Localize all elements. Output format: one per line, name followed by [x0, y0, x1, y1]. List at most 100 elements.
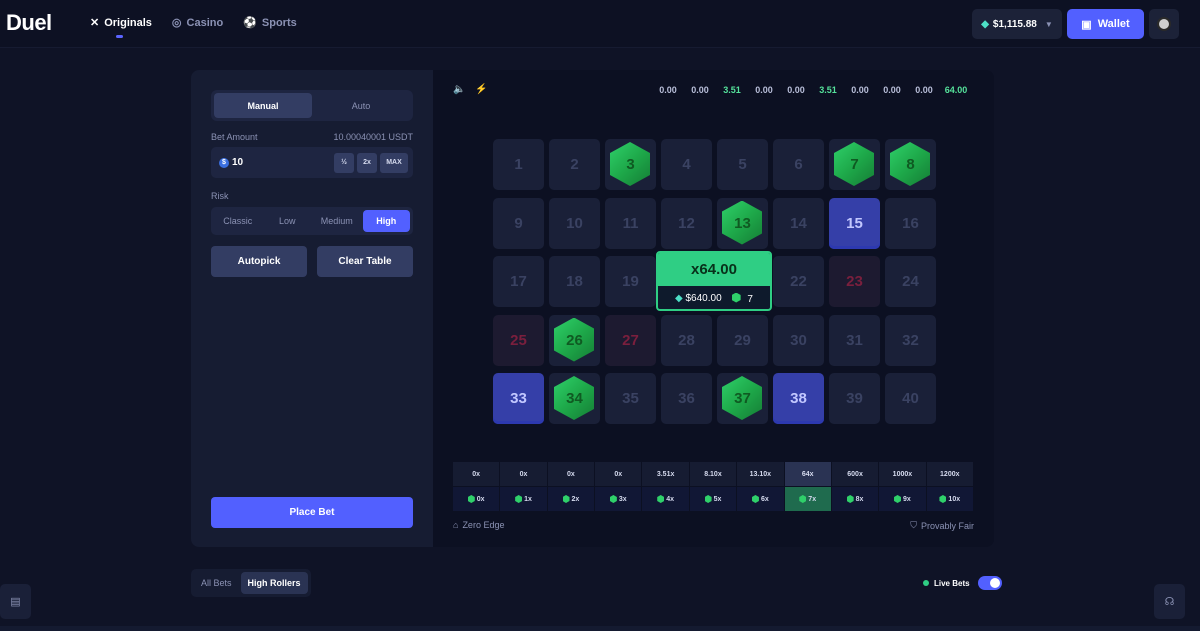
- tile-17[interactable]: 17: [493, 256, 544, 307]
- bet-amount-converted: 10.00040001 USDT: [333, 132, 413, 142]
- max-button[interactable]: MAX: [380, 152, 408, 173]
- tile-15[interactable]: 15: [829, 197, 880, 249]
- avatar[interactable]: [1149, 9, 1179, 39]
- tile-22[interactable]: 22: [773, 256, 824, 307]
- bet-amount-value[interactable]: 10: [232, 157, 331, 168]
- risk-classic[interactable]: Classic: [214, 210, 262, 232]
- tab-manual[interactable]: Manual: [214, 93, 312, 118]
- history-value: 3.51: [819, 85, 837, 95]
- tile-9[interactable]: 9: [493, 197, 544, 249]
- support-button[interactable]: ☊: [1154, 584, 1185, 619]
- volume-icon[interactable]: 🔈: [453, 84, 465, 95]
- clear-table-button[interactable]: Clear Table: [317, 246, 413, 277]
- history-value: 0.00: [787, 85, 805, 95]
- paytable-hit-count: 1x: [500, 487, 547, 511]
- shield-icon: ⛉: [910, 520, 917, 530]
- tile-28[interactable]: 28: [661, 314, 712, 366]
- paytable: 0x 0x 0x 0x 3.51x 8.10x 13.10x 64x 600x 1000x 1200…: [453, 462, 973, 512]
- tile-number: 19: [622, 273, 639, 290]
- tab-all-bets[interactable]: All Bets: [194, 572, 239, 594]
- place-bet-button[interactable]: Place Bet: [211, 497, 413, 528]
- nav-sports[interactable]: ⚽ Sports: [243, 16, 297, 30]
- tile-23[interactable]: 23: [829, 256, 880, 307]
- tile-4[interactable]: 4: [661, 139, 712, 190]
- tile-12[interactable]: 12: [661, 197, 712, 249]
- tile-40[interactable]: 40: [885, 373, 936, 424]
- game-panel: 🔈 ⚡ 0.00 0.00 3.51 0.00 0.00 3.51 0.00 0.00 0.00…: [433, 70, 994, 547]
- risk-low[interactable]: Low: [264, 210, 312, 232]
- tile-39[interactable]: 39: [829, 373, 880, 424]
- tile-30[interactable]: 30: [773, 314, 824, 366]
- tile-1[interactable]: 1: [493, 139, 544, 190]
- hit-count-label: 5x: [713, 495, 722, 503]
- win-popup: x64.00 ◆ $640.00 7: [656, 251, 772, 311]
- paytable-hit-count: 10x: [926, 487, 973, 511]
- wallet-button[interactable]: ▣ Wallet: [1067, 9, 1144, 39]
- gem-icon: [846, 495, 854, 503]
- tile-29[interactable]: 29: [717, 314, 768, 366]
- nav-casino[interactable]: ◎ Casino: [172, 16, 223, 30]
- paytable-multiplier: 13.10x: [737, 462, 784, 486]
- tile-25[interactable]: 25: [493, 314, 544, 366]
- tile-5[interactable]: 5: [717, 139, 768, 190]
- chat-button[interactable]: ▤: [0, 584, 31, 619]
- nav-originals[interactable]: ✕ Originals: [90, 16, 152, 38]
- tile-6[interactable]: 6: [773, 139, 824, 190]
- avatar-image: [1157, 17, 1171, 31]
- hit-count-label: 1x: [524, 495, 532, 503]
- tile-10[interactable]: 10: [549, 197, 600, 249]
- tab-auto[interactable]: Auto: [312, 93, 410, 118]
- tile-number: 5: [738, 156, 747, 173]
- tile-38[interactable]: 38: [773, 373, 824, 424]
- result-history: 0.00 0.00 3.51 0.00 0.00 3.51 0.00 0.00 0.00 64.0…: [652, 85, 972, 95]
- tile-number: 38: [790, 390, 807, 407]
- tile-26[interactable]: 26: [549, 314, 600, 366]
- tile-number: 40: [902, 390, 919, 407]
- tile-31[interactable]: 31: [829, 314, 880, 366]
- tile-13[interactable]: 13: [717, 197, 768, 249]
- tile-8[interactable]: 8: [885, 139, 936, 190]
- chevron-down-icon: ▼: [1044, 19, 1053, 29]
- tile-24[interactable]: 24: [885, 256, 936, 307]
- brand-logo[interactable]: Duel: [6, 10, 52, 36]
- risk-high[interactable]: High: [362, 210, 410, 232]
- tile-19[interactable]: 19: [605, 256, 656, 307]
- tile-7[interactable]: 7: [829, 139, 880, 190]
- paytable-hits: 0x 1x 2x 3x 4x 5x 6x 7x 8x 9x 10x: [453, 487, 973, 511]
- tile-number: 1: [514, 156, 523, 173]
- live-bets-toggle[interactable]: [977, 576, 1002, 590]
- bet-amount-field[interactable]: $ 10 ½ 2x MAX: [211, 147, 413, 178]
- lightning-icon[interactable]: ⚡: [475, 84, 487, 95]
- tile-32[interactable]: 32: [885, 314, 936, 366]
- balance-dropdown[interactable]: ◆ $1,115.88 ▼: [972, 9, 1062, 39]
- tile-16[interactable]: 16: [885, 197, 936, 249]
- zero-edge-link[interactable]: ⌂ Zero Edge: [453, 520, 504, 530]
- autopick-button[interactable]: Autopick: [211, 246, 307, 277]
- tile-number: 17: [510, 273, 527, 290]
- paytable-multiplier: 600x: [831, 462, 879, 486]
- tile-18[interactable]: 18: [549, 256, 600, 307]
- tile-36[interactable]: 36: [661, 373, 712, 424]
- risk-medium[interactable]: Medium: [313, 210, 361, 232]
- double-button[interactable]: 2x: [357, 152, 377, 173]
- tile-35[interactable]: 35: [605, 373, 656, 424]
- tile-34[interactable]: 34: [549, 373, 600, 424]
- half-button[interactable]: ½: [334, 152, 354, 173]
- tile-number: 18: [566, 273, 583, 290]
- tile-33[interactable]: 33: [493, 373, 544, 424]
- tile-3[interactable]: 3: [605, 139, 656, 190]
- mode-tabs: Manual Auto: [211, 90, 413, 121]
- tile-27[interactable]: 27: [605, 314, 656, 366]
- risk-row: Risk: [211, 191, 413, 201]
- tile-11[interactable]: 11: [605, 197, 656, 249]
- provably-fair-link[interactable]: ⛉ Provably Fair: [910, 520, 974, 531]
- tab-high-rollers[interactable]: High Rollers: [240, 572, 308, 594]
- tile-2[interactable]: 2: [549, 139, 600, 190]
- tile-number: 10: [566, 214, 583, 232]
- tile-number: 6: [794, 156, 803, 173]
- tile-14[interactable]: 14: [773, 197, 824, 249]
- tile-number: 37: [734, 390, 751, 407]
- dollar-coin-icon: $: [219, 157, 229, 168]
- tile-37[interactable]: 37: [717, 373, 768, 424]
- tile-number: 22: [790, 273, 807, 290]
